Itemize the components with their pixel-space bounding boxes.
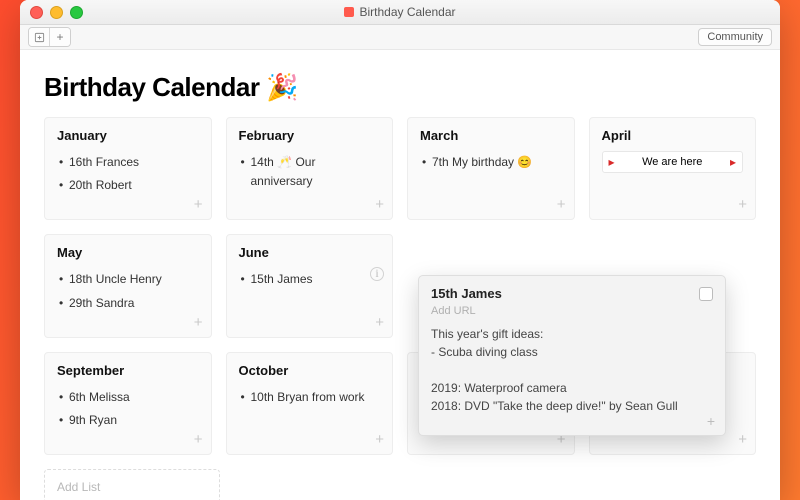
window-title-text: Birthday Calendar	[359, 5, 455, 19]
month-title: October	[239, 363, 381, 378]
month-title: February	[239, 128, 381, 143]
zoom-icon[interactable]	[70, 6, 83, 19]
page-title: Birthday Calendar 🎉	[44, 72, 756, 103]
add-item-button[interactable]: +	[375, 314, 384, 331]
minimize-icon[interactable]	[50, 6, 63, 19]
month-card-may[interactable]: May 18th Uncle Henry 29th Sandra +	[44, 234, 212, 337]
list-item[interactable]: 7th My birthday 😊	[420, 151, 562, 174]
completion-checkbox[interactable]	[699, 287, 713, 301]
month-card-february[interactable]: February 14th 🥂 Our anniversary +	[226, 117, 394, 220]
list-item[interactable]: 18th Uncle Henry	[57, 268, 199, 291]
app-window: Birthday Calendar + Community Birthday C…	[20, 0, 780, 500]
app-icon	[344, 7, 354, 17]
month-card-january[interactable]: January 16th Frances 20th Robert +	[44, 117, 212, 220]
add-item-button[interactable]: +	[738, 196, 747, 213]
popover-title[interactable]: 15th James	[431, 286, 502, 301]
list-item[interactable]: 15th James	[239, 268, 381, 291]
add-list-button[interactable]: Add List	[44, 469, 220, 500]
marker-label: We are here	[642, 156, 702, 168]
popover-url-field[interactable]: Add URL	[431, 305, 713, 317]
popover-add-button[interactable]: +	[707, 413, 715, 429]
month-title: June	[239, 245, 381, 260]
month-title: April	[602, 128, 744, 143]
month-card-june[interactable]: June 15th James i +	[226, 234, 394, 337]
flag-icon: ▸	[730, 155, 736, 169]
toolbar-segment: +	[28, 27, 71, 47]
add-item-button[interactable]: +	[194, 431, 203, 448]
month-card-march[interactable]: March 7th My birthday 😊 +	[407, 117, 575, 220]
month-title: May	[57, 245, 199, 260]
month-card-september[interactable]: September 6th Melissa 9th Ryan +	[44, 352, 212, 455]
current-month-marker: ▸ We are here ▸	[602, 151, 744, 173]
list-item[interactable]: 10th Bryan from work	[239, 386, 381, 409]
add-item-button[interactable]: +	[194, 196, 203, 213]
titlebar: Birthday Calendar	[20, 0, 780, 25]
month-card-april[interactable]: April ▸ We are here ▸ +	[589, 117, 757, 220]
window-title: Birthday Calendar	[344, 5, 455, 19]
add-item-button[interactable]: +	[738, 431, 747, 448]
list-item[interactable]: 20th Robert	[57, 174, 199, 197]
add-button[interactable]: +	[49, 28, 70, 46]
add-item-button[interactable]: +	[375, 196, 384, 213]
list-item[interactable]: 9th Ryan	[57, 409, 199, 432]
list-item[interactable]: 14th 🥂 Our anniversary	[239, 151, 381, 193]
add-item-button[interactable]: +	[557, 196, 566, 213]
popover-notes[interactable]: This year's gift ideas: - Scuba diving c…	[431, 325, 713, 415]
item-popover: 15th James Add URL This year's gift idea…	[418, 275, 726, 436]
close-icon[interactable]	[30, 6, 43, 19]
list-item[interactable]: 29th Sandra	[57, 292, 199, 315]
flag-icon: ▸	[609, 155, 615, 169]
add-item-button[interactable]: +	[194, 314, 203, 331]
toolbar: + Community	[20, 25, 780, 50]
new-card-button[interactable]	[29, 28, 49, 46]
community-button[interactable]: Community	[698, 28, 772, 46]
month-title: January	[57, 128, 199, 143]
month-title: March	[420, 128, 562, 143]
month-card-october[interactable]: October 10th Bryan from work +	[226, 352, 394, 455]
list-item[interactable]: 16th Frances	[57, 151, 199, 174]
list-item[interactable]: 6th Melissa	[57, 386, 199, 409]
add-item-button[interactable]: +	[375, 431, 384, 448]
info-icon[interactable]: i	[370, 267, 384, 281]
month-title: September	[57, 363, 199, 378]
window-controls	[30, 6, 83, 19]
